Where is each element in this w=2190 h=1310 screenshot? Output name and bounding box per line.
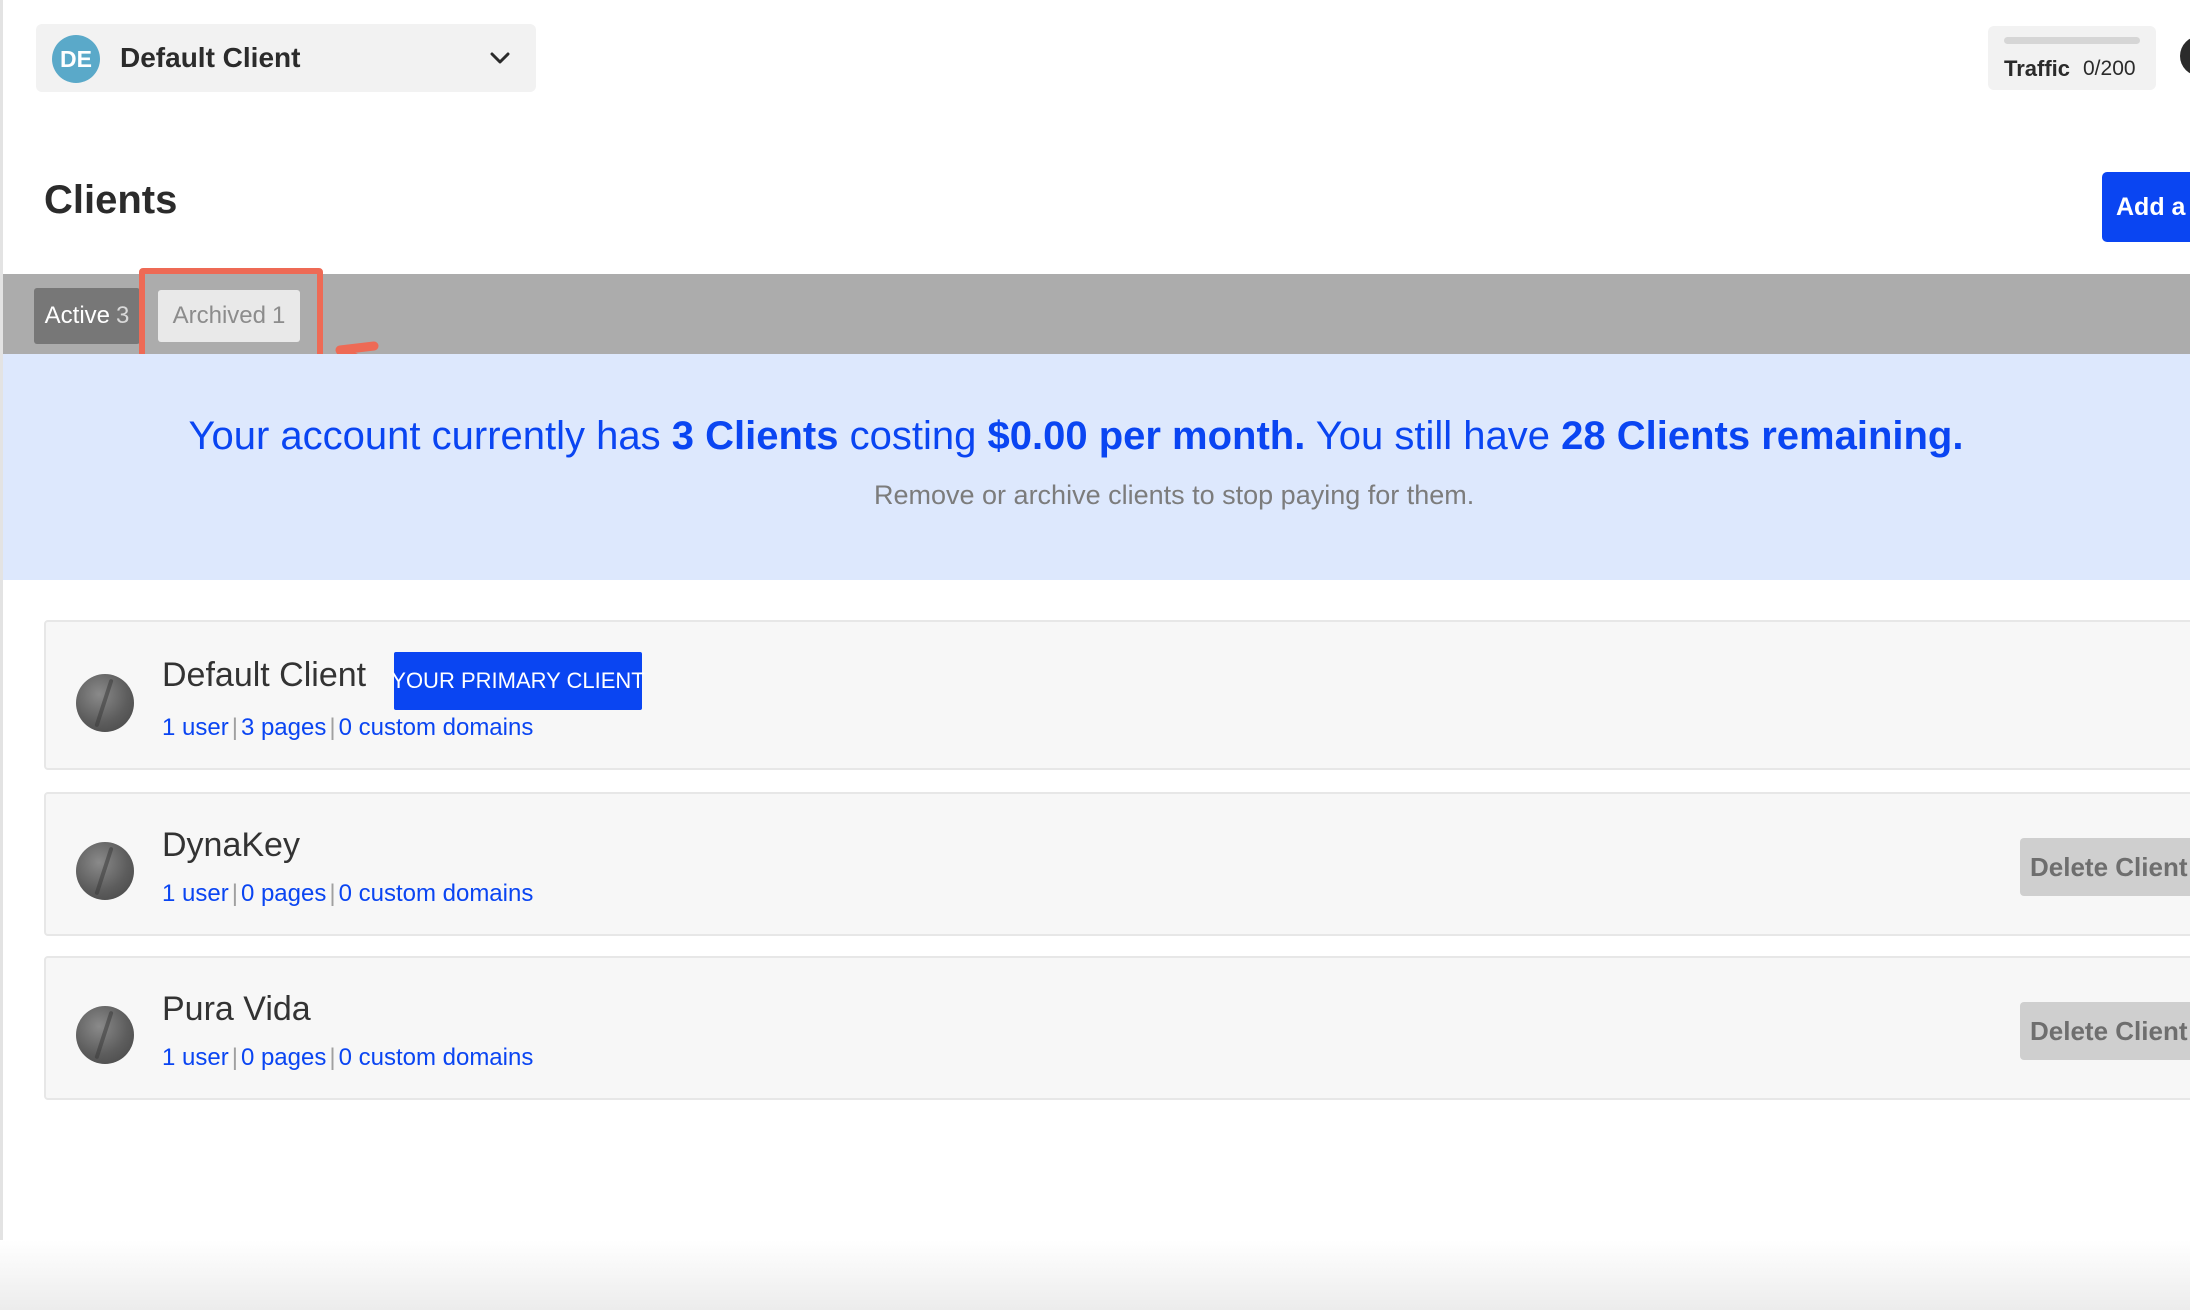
- client-avatar: DE: [52, 35, 100, 83]
- client-domains-link[interactable]: 0 custom domains: [339, 1044, 534, 1071]
- client-name: Pura Vida: [162, 990, 311, 1028]
- client-pages-link[interactable]: 3 pages: [241, 714, 326, 741]
- tab-active-count: 3: [116, 302, 130, 329]
- client-switcher-name: Default Client: [120, 42, 301, 73]
- client-users-link[interactable]: 1 user: [162, 1044, 229, 1071]
- delete-client-button[interactable]: Delete Client: [2020, 838, 2190, 896]
- traffic-progress-bar: [2004, 37, 2140, 44]
- delete-client-button[interactable]: Delete Client: [2020, 1002, 2190, 1060]
- client-pages-link[interactable]: 0 pages: [241, 1044, 326, 1071]
- traffic-meter: Traffic 0/200: [1988, 26, 2156, 90]
- tab-active[interactable]: Active 3: [34, 288, 140, 344]
- client-domains-link[interactable]: 0 custom domains: [339, 880, 534, 907]
- banner-clients-count: 3 Clients: [671, 414, 839, 458]
- banner-text-1: Your account currently has: [188, 414, 661, 458]
- annotation-highlight-box: [139, 268, 323, 368]
- client-name: Default Client: [162, 656, 367, 694]
- page-title: Clients: [44, 178, 178, 222]
- client-card: DynaKey 1 user | 0 pages | 0 custom domains …: [44, 792, 2190, 936]
- user-avatar[interactable]: [2180, 36, 2190, 76]
- left-border: [0, 0, 3, 1310]
- client-name: DynaKey: [162, 826, 300, 864]
- client-card: Pura Vida 1 user | 0 pages | 0 custom domain…: [44, 956, 2190, 1100]
- add-client-button[interactable]: Add a: [2102, 172, 2190, 242]
- client-users-link[interactable]: 1 user: [162, 714, 229, 741]
- client-globe-icon: [76, 674, 134, 732]
- bottom-fade: [0, 1240, 2190, 1310]
- primary-client-badge: YOUR PRIMARY CLIENT: [391, 652, 645, 710]
- plan-usage-message: Your account currently has 3 Clients cos…: [185, 414, 2009, 459]
- client-users-link[interactable]: 1 user: [162, 880, 229, 907]
- traffic-count: 0/200: [2083, 57, 2136, 80]
- client-domains-link[interactable]: 0 custom domains: [339, 714, 534, 741]
- client-stats: 1 user | 3 pages | 0 custom domains: [162, 714, 534, 741]
- banner-cost: $0.00 per month.: [987, 414, 1306, 458]
- chevron-down-icon: [490, 52, 510, 64]
- client-switcher[interactable]: DE Default Client: [36, 24, 536, 92]
- client-stats: 1 user | 0 pages | 0 custom domains: [162, 880, 534, 907]
- banner-text-2: costing: [849, 414, 977, 458]
- client-card: Default Client YOUR PRIMARY CLIENT 1 use…: [44, 620, 2190, 770]
- client-pages-link[interactable]: 0 pages: [241, 880, 326, 907]
- plan-usage-banner: Your account currently has 3 Clients cos…: [3, 354, 2190, 580]
- banner-remaining: 28 Clients remaining.: [1561, 414, 1964, 458]
- tab-active-label: Active: [44, 302, 110, 329]
- client-globe-icon: [76, 1006, 134, 1064]
- banner-subtext: Remove or archive clients to stop paying…: [874, 480, 1475, 510]
- client-globe-icon: [76, 842, 134, 900]
- client-stats: 1 user | 0 pages | 0 custom domains: [162, 1044, 534, 1071]
- banner-text-3: You still have: [1315, 414, 1550, 458]
- traffic-label: Traffic: [2004, 56, 2071, 81]
